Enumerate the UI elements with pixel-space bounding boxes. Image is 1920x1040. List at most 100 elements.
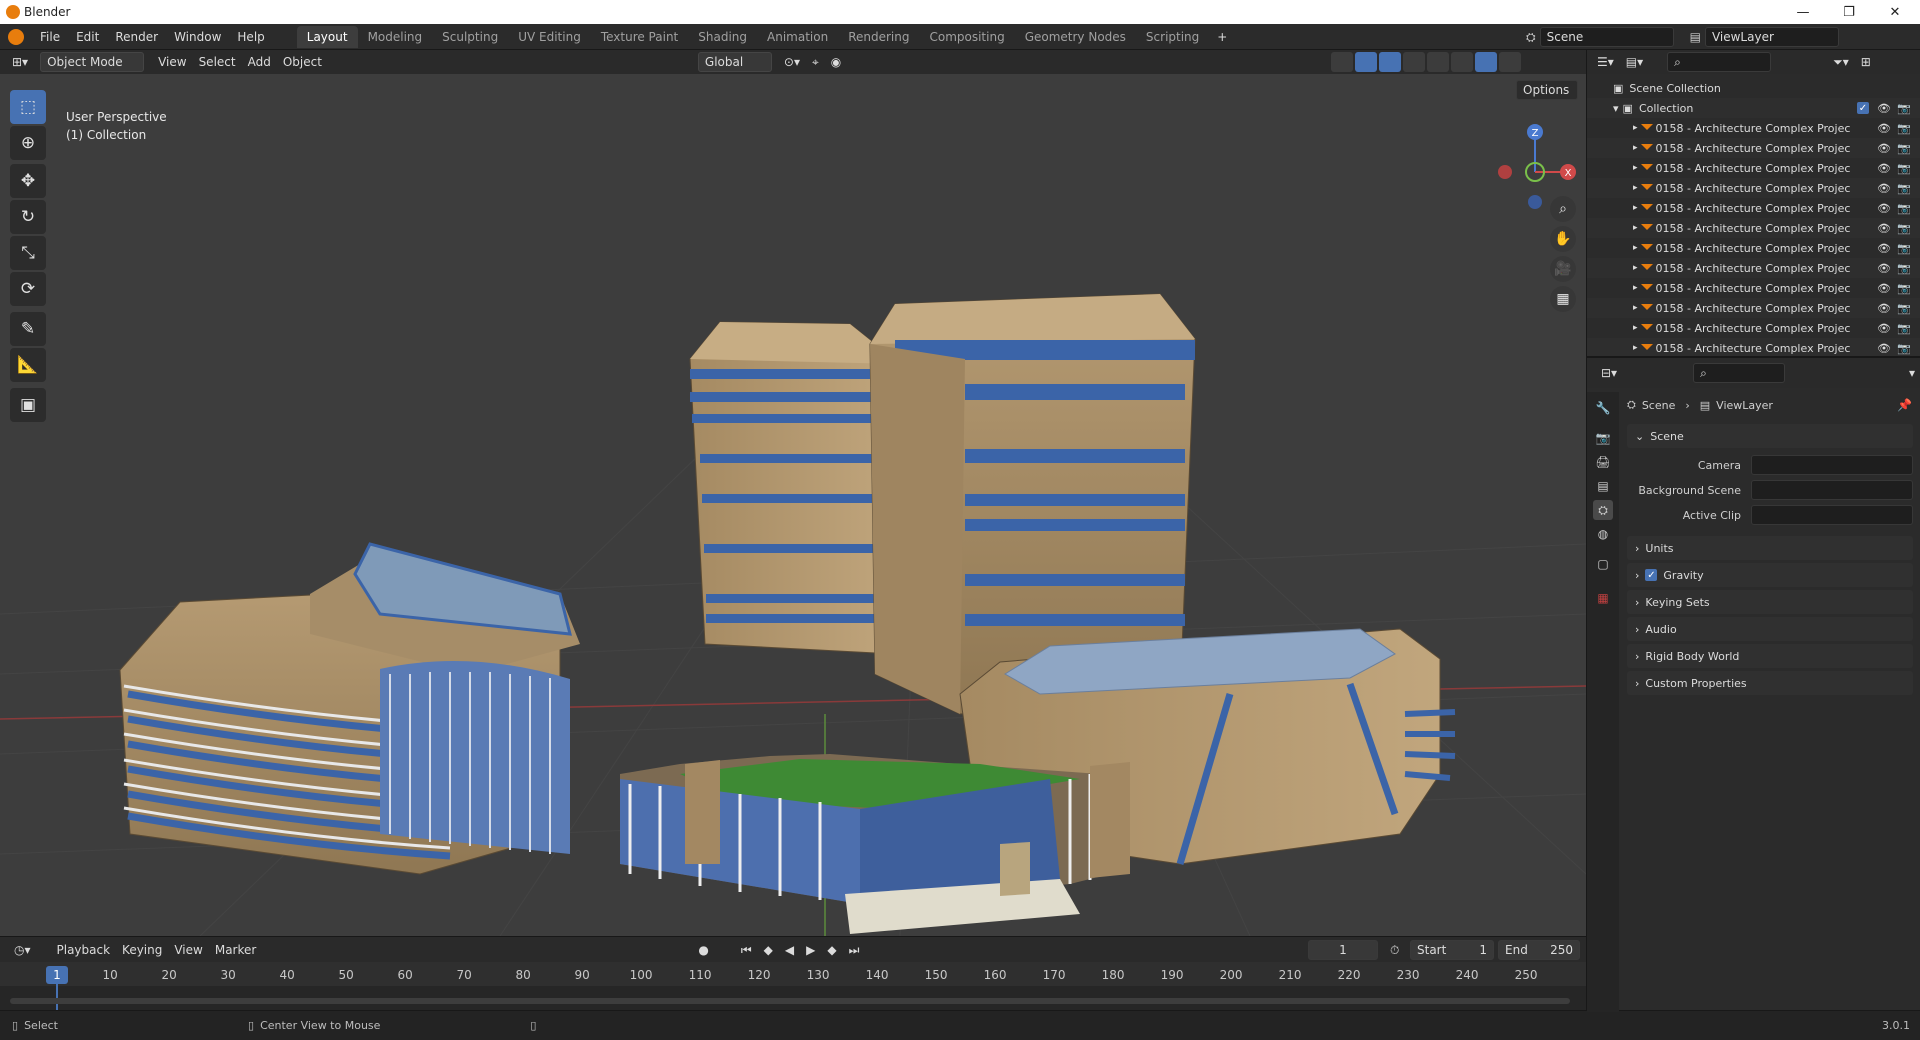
close-button[interactable]: ✕ xyxy=(1872,0,1918,24)
add-workspace-icon[interactable]: + xyxy=(1209,26,1235,48)
scene-panel-header[interactable]: ⌄ Scene xyxy=(1627,424,1913,448)
tab-uv-editing[interactable]: UV Editing xyxy=(508,26,591,48)
xray-icon[interactable] xyxy=(1403,52,1425,72)
pivot-icon[interactable]: ⊙▾ xyxy=(778,52,806,72)
viewlayer-icon[interactable]: ▤ xyxy=(1690,30,1701,44)
expand-arrow-icon[interactable]: ▸ xyxy=(1633,223,1638,233)
expand-arrow-icon[interactable]: ▸ xyxy=(1633,123,1638,133)
preview-range-icon[interactable]: ⏱ xyxy=(1384,940,1405,960)
3d-viewport[interactable]: ⬚ ⊕ ✥ ↻ ⤡ ⟳ ✎ 📐 ▣ User Perspective (1) C… xyxy=(0,74,1586,936)
expand-arrow-icon[interactable]: ▸ xyxy=(1633,203,1638,213)
camera-restrict-icon[interactable]: 📷 xyxy=(1897,102,1911,115)
expand-arrow-icon[interactable]: ▸ xyxy=(1633,183,1638,193)
start-frame-field[interactable]: Start 1 xyxy=(1410,940,1494,960)
tool-tab-icon[interactable]: 🔧 xyxy=(1593,398,1613,418)
scene-tab-icon[interactable]: ⛭ xyxy=(1593,500,1613,520)
tab-geometry-nodes[interactable]: Geometry Nodes xyxy=(1015,26,1136,48)
snap-icon[interactable]: ⌖ xyxy=(806,52,825,72)
outliner-item[interactable]: ▸ 0158 - Architecture Complex Projec 👁 📷 xyxy=(1587,198,1920,218)
collection-exclude-checkbox[interactable]: ✓ xyxy=(1857,102,1869,114)
collection-tab-icon[interactable]: ▢ xyxy=(1593,554,1613,574)
scene-selector[interactable]: Scene xyxy=(1539,27,1674,47)
play-icon[interactable]: ▶ xyxy=(800,940,821,960)
eye-icon[interactable]: 👁 xyxy=(1877,282,1891,295)
custom-properties-panel-header[interactable]: › Custom Properties xyxy=(1627,671,1913,695)
jump-start-icon[interactable]: ⏮ xyxy=(735,940,758,960)
transform-orientation-selector[interactable]: Global xyxy=(697,52,772,72)
tab-layout[interactable]: Layout xyxy=(296,25,358,48)
cursor-tool[interactable]: ⊕ xyxy=(10,126,46,160)
menu-edit[interactable]: Edit xyxy=(68,26,107,48)
tab-sculpting[interactable]: Sculpting xyxy=(432,26,508,48)
rigid-body-world-panel-header[interactable]: › Rigid Body World xyxy=(1627,644,1913,668)
gravity-checkbox[interactable]: ✓ xyxy=(1645,569,1658,581)
expand-arrow-icon[interactable]: ▸ xyxy=(1633,303,1638,313)
output-tab-icon[interactable]: 🖨 xyxy=(1593,452,1613,472)
display-mode-icon[interactable]: ▤▾ xyxy=(1620,52,1649,72)
menu-file[interactable]: File xyxy=(32,26,68,48)
eye-icon[interactable]: 👁 xyxy=(1877,222,1891,235)
camera-restrict-icon[interactable]: 📷 xyxy=(1897,182,1911,195)
annotate-tool[interactable]: ✎ xyxy=(10,312,46,346)
expand-arrow-icon[interactable]: ▾ xyxy=(1613,102,1619,115)
editor-type-icon[interactable]: ⊞▾ xyxy=(6,52,34,72)
mode-selector[interactable]: Object Mode xyxy=(40,52,145,72)
viewlayer-selector[interactable]: ViewLayer xyxy=(1704,27,1839,47)
outliner-search-field[interactable]: ⌕ xyxy=(1667,52,1772,72)
camera-restrict-icon[interactable]: 📷 xyxy=(1897,242,1911,255)
outliner-item[interactable]: ▸ 0158 - Architecture Complex Projec 👁 📷 xyxy=(1587,298,1920,318)
wireframe-shading-icon[interactable] xyxy=(1427,52,1449,72)
menu-keying[interactable]: Keying xyxy=(116,940,168,960)
outliner-item[interactable]: ▸ 0158 - Architecture Complex Projec 👁 📷 xyxy=(1587,178,1920,198)
menu-window[interactable]: Window xyxy=(166,26,229,48)
frame-ruler[interactable]: 1 10 20 30 40 50 60 70 80 90 100 110 120 130 140 150 160… xyxy=(0,962,1586,986)
ortho-grid-icon[interactable]: ▦ xyxy=(1550,286,1576,312)
play-reverse-icon[interactable]: ◀ xyxy=(779,940,800,960)
current-frame-field[interactable]: 1 xyxy=(1308,940,1378,960)
eye-icon[interactable]: 👁 xyxy=(1877,102,1891,115)
proportional-edit-icon[interactable]: ◉ xyxy=(825,52,847,72)
outliner-editor-icon[interactable]: ☰▾ xyxy=(1591,52,1620,72)
keying-sets-panel-header[interactable]: › Keying Sets xyxy=(1627,590,1913,614)
scene-icon[interactable]: ⛭ xyxy=(1526,30,1536,45)
camera-restrict-icon[interactable]: 📷 xyxy=(1897,142,1911,155)
camera-restrict-icon[interactable]: 📷 xyxy=(1897,122,1911,135)
maximize-button[interactable]: ❐ xyxy=(1826,0,1872,24)
outliner-item[interactable]: ▸ 0158 - Architecture Complex Projec 👁 📷 xyxy=(1587,258,1920,278)
outliner-item[interactable]: ▸ 0158 - Architecture Complex Projec 👁 📷 xyxy=(1587,318,1920,338)
outliner-item[interactable]: ▸ 0158 - Architecture Complex Projec 👁 📷 xyxy=(1587,238,1920,258)
camera-restrict-icon[interactable]: 📷 xyxy=(1897,202,1911,215)
properties-editor-icon[interactable]: ⊟▾ xyxy=(1595,363,1623,383)
next-keyframe-icon[interactable]: ◆ xyxy=(821,940,842,960)
outliner-item[interactable]: ▸ 0158 - Architecture Complex Projec 👁 📷 xyxy=(1587,338,1920,358)
record-icon[interactable]: ● xyxy=(692,940,714,960)
outliner-item[interactable]: ▸ 0158 - Architecture Complex Projec 👁 📷 xyxy=(1587,118,1920,138)
minimize-button[interactable]: — xyxy=(1780,0,1826,24)
eye-icon[interactable]: 👁 xyxy=(1877,302,1891,315)
tab-compositing[interactable]: Compositing xyxy=(919,26,1014,48)
visibility-icon[interactable] xyxy=(1331,52,1353,72)
menu-timeline-view[interactable]: View xyxy=(168,940,208,960)
eye-icon[interactable]: 👁 xyxy=(1877,142,1891,155)
camera-restrict-icon[interactable]: 📷 xyxy=(1897,222,1911,235)
measure-tool[interactable]: 📐 xyxy=(10,348,46,382)
solid-shading-icon[interactable] xyxy=(1451,52,1473,72)
timeline-scrollbar[interactable] xyxy=(10,998,1570,1004)
menu-view[interactable]: View xyxy=(152,52,192,72)
background-scene-field[interactable] xyxy=(1751,480,1913,500)
new-collection-icon[interactable]: ⊞ xyxy=(1855,52,1877,72)
options-dropdown[interactable]: Options xyxy=(1516,80,1578,100)
render-tab-icon[interactable]: 📷 xyxy=(1593,428,1613,448)
menu-add[interactable]: Add xyxy=(242,52,277,72)
outliner-item[interactable]: ▸ 0158 - Architecture Complex Projec 👁 📷 xyxy=(1587,218,1920,238)
properties-search-field[interactable]: ⌕ xyxy=(1693,363,1785,383)
move-tool[interactable]: ✥ xyxy=(10,164,46,198)
end-frame-field[interactable]: End 250 xyxy=(1498,940,1580,960)
camera-restrict-icon[interactable]: 📷 xyxy=(1897,262,1911,275)
tab-modeling[interactable]: Modeling xyxy=(358,26,433,48)
units-panel-header[interactable]: › Units xyxy=(1627,536,1913,560)
outliner-item[interactable]: ▸ 0158 - Architecture Complex Projec 👁 📷 xyxy=(1587,278,1920,298)
expand-arrow-icon[interactable]: ▸ xyxy=(1633,163,1638,173)
camera-field[interactable] xyxy=(1751,455,1913,475)
tab-shading[interactable]: Shading xyxy=(688,26,757,48)
